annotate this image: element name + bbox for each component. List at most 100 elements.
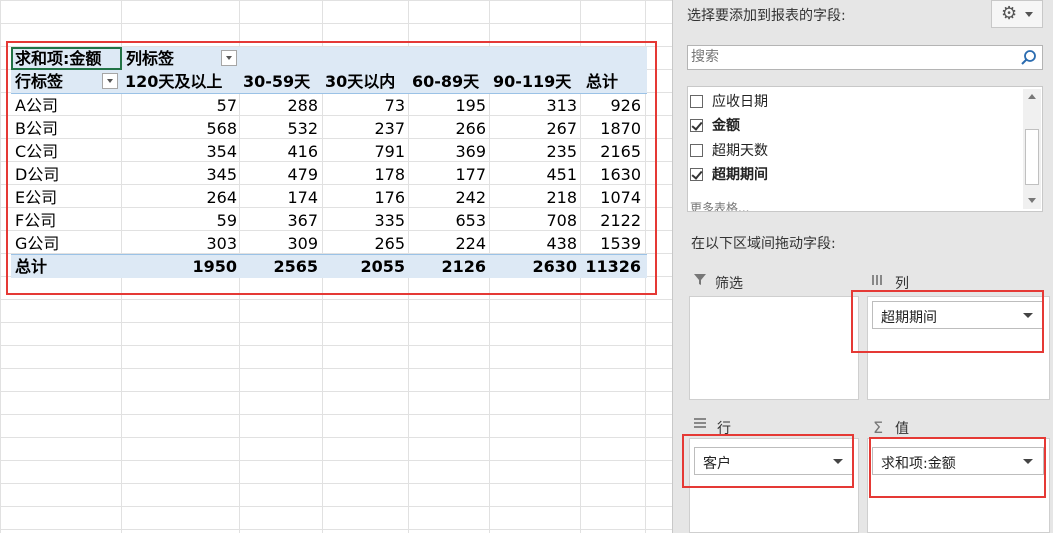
value-cell: 73: [384, 96, 405, 115]
scroll-down-icon[interactable]: [1023, 193, 1041, 209]
row-labels-header: 行标签: [15, 72, 64, 91]
columns-drop-zone[interactable]: 超期期间: [867, 296, 1050, 400]
total-cell: 2126: [441, 257, 486, 276]
value-cell: 174: [287, 188, 318, 207]
chevron-down-icon[interactable]: [833, 459, 843, 464]
chevron-down-icon[interactable]: [1023, 459, 1033, 464]
checkbox[interactable]: [690, 119, 703, 132]
value-cell: 416: [287, 142, 318, 161]
pivot-field-list-pane: 选择要添加到报表的字段: ⚙ 应收日期 金额 超期天数 超期期间 更多表格...: [672, 0, 1053, 533]
table-row[interactable]: F公司 59 367 335 653 708 2122: [11, 209, 647, 232]
columns-field-chip[interactable]: 超期期间: [872, 301, 1044, 329]
columns-area[interactable]: 列 超期期间: [865, 268, 1050, 404]
checkbox[interactable]: [690, 95, 703, 108]
value-cell: 237: [374, 119, 405, 138]
column-header: 总计: [586, 72, 619, 91]
more-tables-link[interactable]: 更多表格...: [690, 199, 749, 211]
column-header: 90-119天: [493, 72, 572, 91]
field-label: 应收日期: [712, 94, 768, 110]
value-cell: 178: [374, 165, 405, 184]
row-label: F公司: [15, 211, 57, 230]
total-cell: 2565: [273, 257, 318, 276]
values-drop-zone[interactable]: 求和项:金额: [867, 438, 1050, 533]
chip-label: 超期期间: [881, 310, 937, 326]
settings-button[interactable]: ⚙: [991, 0, 1043, 28]
value-cell: 176: [374, 188, 405, 207]
row-label: D公司: [15, 165, 60, 184]
table-row[interactable]: B公司 568 532 237 266 267 1870: [11, 117, 647, 140]
table-row[interactable]: E公司 264 174 176 242 218 1074: [11, 186, 647, 209]
value-cell: 177: [455, 165, 486, 184]
value-cell: 367: [287, 211, 318, 230]
value-cell: 1870: [600, 119, 641, 138]
scroll-thumb[interactable]: [1025, 129, 1039, 185]
row-label: B公司: [15, 119, 58, 138]
search-icon[interactable]: [1020, 49, 1038, 67]
table-row[interactable]: D公司 345 479 178 177 451 1630: [11, 163, 647, 186]
value-cell: 265: [374, 234, 405, 253]
chip-label: 客户: [703, 456, 731, 472]
column-labels-header: 列标签: [126, 49, 175, 68]
value-field-header-cell[interactable]: 求和项:金额: [11, 47, 122, 70]
scroll-up-icon[interactable]: [1023, 89, 1041, 105]
value-cell: 195: [455, 96, 486, 115]
value-cell: 57: [216, 96, 237, 115]
value-cell: 224: [455, 234, 486, 253]
column-header: 60-89天: [412, 72, 480, 91]
value-cell: 309: [287, 234, 318, 253]
value-cell: 335: [374, 211, 405, 230]
value-cell: 2165: [600, 142, 641, 161]
filter-area-label: 筛选: [715, 276, 743, 292]
column-header: 30-59天: [243, 72, 311, 91]
row-label: E公司: [15, 188, 58, 207]
value-cell: 532: [287, 119, 318, 138]
table-row[interactable]: G公司 303 309 265 224 438 1539: [11, 232, 647, 255]
value-cell: 1630: [600, 165, 641, 184]
value-cell: 345: [206, 165, 237, 184]
spreadsheet-grid[interactable]: 求和项:金额 列标签 行标签 120天及以上 30-59天 30天以内 60-8…: [0, 0, 672, 533]
value-cell: 218: [546, 188, 577, 207]
gear-icon: ⚙: [1001, 3, 1018, 24]
value-cell: 438: [546, 234, 577, 253]
value-cell: 926: [610, 96, 641, 115]
value-cell: 267: [546, 119, 577, 138]
value-cell: 2122: [600, 211, 641, 230]
filter-area[interactable]: 筛选: [687, 268, 859, 404]
field-list-scrollbar[interactable]: [1023, 89, 1041, 209]
total-cell: 2630: [532, 257, 577, 276]
value-cell: 288: [287, 96, 318, 115]
rows-drop-zone[interactable]: 客户: [689, 438, 859, 533]
values-area-label: 值: [895, 421, 909, 437]
value-cell: 791: [374, 142, 405, 161]
total-cell: 2055: [360, 257, 405, 276]
table-row[interactable]: C公司 354 416 791 369 235 2165: [11, 140, 647, 163]
row-label: G公司: [15, 234, 60, 253]
rows-field-chip[interactable]: 客户: [694, 447, 854, 475]
value-cell: 708: [546, 211, 577, 230]
field-list: 应收日期 金额 超期天数 超期期间 更多表格...: [687, 86, 1043, 212]
total-label: 总计: [15, 257, 48, 276]
value-cell: 59: [216, 211, 237, 230]
value-cell: 568: [206, 119, 237, 138]
value-cell: 235: [546, 142, 577, 161]
grand-total-row[interactable]: 总计 1950 2565 2055 2126 2630 11326: [11, 254, 647, 278]
chip-label: 求和项:金额: [881, 456, 956, 472]
filter-drop-zone[interactable]: [689, 296, 859, 400]
values-area[interactable]: Σ 值 求和项:金额: [865, 410, 1050, 533]
checkbox[interactable]: [690, 168, 703, 181]
value-cell: 653: [455, 211, 486, 230]
search-input[interactable]: [688, 46, 1011, 68]
table-row[interactable]: A公司 57 288 73 195 313 926: [11, 94, 647, 117]
value-cell: 266: [455, 119, 486, 138]
checkbox[interactable]: [690, 144, 703, 157]
column-filter-dropdown-icon[interactable]: [221, 50, 237, 66]
values-field-chip[interactable]: 求和项:金额: [872, 447, 1044, 475]
value-cell: 369: [455, 142, 486, 161]
rows-area-label: 行: [717, 421, 731, 437]
rows-area[interactable]: 行 客户: [687, 410, 859, 533]
chevron-down-icon[interactable]: [1023, 313, 1033, 318]
field-label: 超期天数: [712, 143, 768, 159]
columns-area-label: 列: [895, 276, 909, 292]
row-filter-dropdown-icon[interactable]: [102, 73, 118, 89]
total-cell: 11326: [585, 257, 641, 276]
